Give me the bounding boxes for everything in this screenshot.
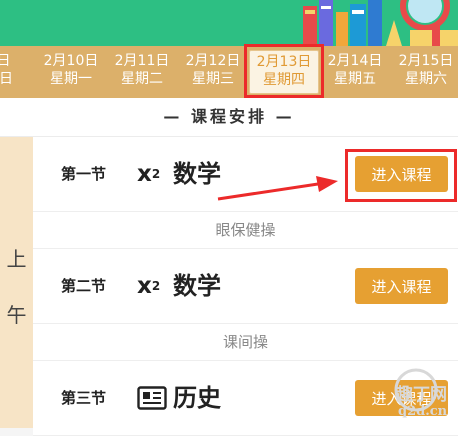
period-char-top: 上 (6, 247, 27, 271)
enter-course-button[interactable]: 进入课程 (355, 268, 448, 304)
weekday-label: 星期三 (192, 71, 234, 87)
lesson-slot: 第一节 (61, 165, 107, 183)
lesson-slot: 第三节 (61, 389, 107, 407)
date-tab-feb-14[interactable]: 2月14日 星期五 (320, 50, 390, 94)
date-label: 9日 (0, 53, 11, 69)
date-tab-feb-13-selected[interactable]: 2月13日 星期四 (249, 50, 319, 94)
x-squared-icon: x2 (137, 271, 160, 301)
period-char-bottom: 午 (6, 303, 27, 327)
date-tab-feb-12[interactable]: 2月12日 星期三 (178, 50, 248, 94)
section-title: — 课程安排 — (0, 98, 458, 137)
icon-sup: 2 (151, 167, 161, 181)
icon-sup: 2 (151, 279, 161, 293)
lesson-subject: 数学 (173, 160, 221, 188)
icon-x: x (137, 161, 152, 187)
date-label: 2月14日 (327, 53, 383, 69)
newspaper-icon (137, 383, 167, 413)
date-selector: 9日 期日 2月10日 星期一 2月11日 星期二 2月12日 星期三 2月13… (0, 46, 458, 98)
lesson-subject: 数学 (173, 272, 221, 300)
period-column: 上 午 (0, 137, 33, 428)
weekday-label: 星期六 (405, 71, 447, 87)
date-tab-feb-9[interactable]: 9日 期日 (0, 50, 34, 94)
date-tab-feb-15[interactable]: 2月15日 星期六 (391, 50, 458, 94)
icon-x: x (137, 273, 152, 299)
break-eye-exercise: 眼保健操 (33, 212, 458, 249)
date-label: 2月13日 (256, 54, 312, 70)
date-tab-feb-10[interactable]: 2月10日 星期一 (36, 50, 106, 94)
weekday-label: 星期五 (334, 71, 376, 87)
weekday-label: 星期二 (121, 71, 163, 87)
date-label: 2月12日 (185, 53, 241, 69)
lesson-slot: 第二节 (61, 277, 107, 295)
lesson-row-1: 第一节 x2 数学 进入课程 (33, 137, 458, 212)
header-banner (0, 0, 458, 46)
enter-course-button[interactable]: 进入课程 (355, 156, 448, 192)
date-label: 2月11日 (114, 53, 170, 69)
weekday-label: 期日 (0, 71, 13, 87)
stationery-illustration (303, 0, 458, 46)
lesson-list: 第一节 x2 数学 进入课程 眼保健操 第二节 x2 数学 进入课程 课间操 第… (33, 137, 458, 436)
date-tab-feb-11[interactable]: 2月11日 星期二 (107, 50, 177, 94)
lesson-row-3: 第三节 历史 进入课程 (33, 361, 458, 436)
weekday-label: 星期四 (263, 72, 305, 88)
x-squared-icon: x2 (137, 159, 160, 189)
break-recess-exercise: 课间操 (33, 324, 458, 361)
enter-course-button[interactable]: 进入课程 (355, 380, 448, 416)
lesson-subject: 历史 (173, 384, 221, 412)
weekday-label: 星期一 (50, 71, 92, 87)
lesson-row-2: 第二节 x2 数学 进入课程 (33, 249, 458, 324)
date-label: 2月10日 (43, 53, 99, 69)
date-label: 2月15日 (398, 53, 454, 69)
